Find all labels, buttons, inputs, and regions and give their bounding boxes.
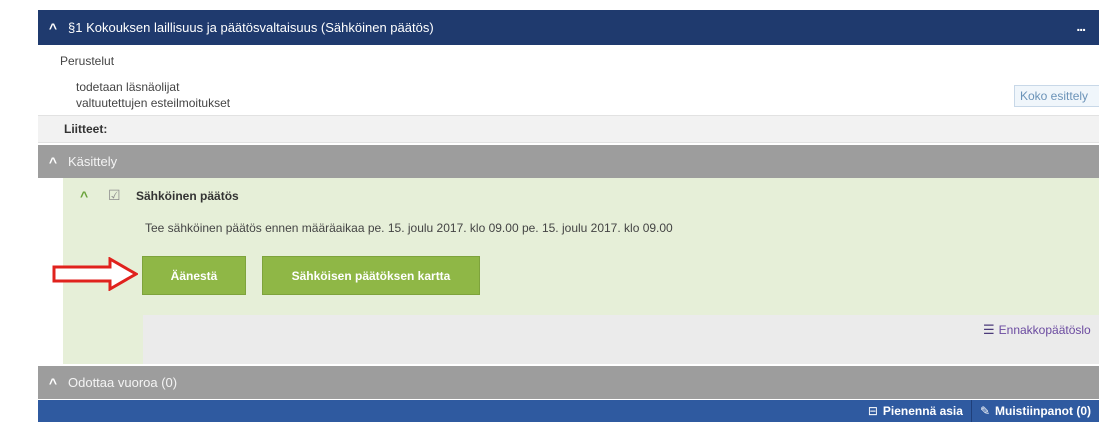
- pienenna-label: Pienennä asia: [882, 404, 963, 418]
- ennakkopaatos-link[interactable]: ☰ Ennakkopäätöslo: [983, 322, 1091, 338]
- muistiinpanot-label: Muistiinpanot (0): [995, 404, 1091, 418]
- item-header-bar[interactable]: ^ §1 Kokouksen laillisuus ja päätösvalta…: [38, 10, 1099, 45]
- red-arrow-icon: [52, 257, 138, 291]
- sahkoinen-paatos-row: ^ ☑ Sähköinen päätös: [80, 187, 239, 204]
- perustelut-item: valtuutettujen esteilmoitukset: [76, 96, 231, 110]
- decision-map-button[interactable]: Sähköisen päätöksen kartta: [262, 256, 480, 295]
- list-icon: ☰: [983, 322, 995, 337]
- chevron-up-icon[interactable]: ^: [38, 375, 68, 391]
- ennakkopaatos-label: Ennakkopäätöslo: [998, 323, 1091, 337]
- odottaa-label: Odottaa vuoroa (0): [68, 375, 178, 390]
- sahkoinen-paatos-label: Sähköinen päätös: [136, 188, 239, 203]
- perustelut-list: todetaan läsnäolijat valtuutettujen este…: [76, 79, 230, 111]
- liitteet-label: Liitteet:: [64, 122, 108, 136]
- item-title: §1 Kokouksen laillisuus ja päätösvaltais…: [68, 20, 434, 35]
- liitteet-bar: Liitteet:: [38, 115, 1099, 143]
- odottaa-section-header[interactable]: ^ Odottaa vuoroa (0): [38, 366, 1099, 399]
- chevron-up-icon[interactable]: ^: [38, 20, 68, 36]
- koko-esittely-button[interactable]: Koko esittely: [1014, 85, 1099, 107]
- more-options-icon[interactable]: ...: [1076, 18, 1086, 34]
- chevron-up-icon[interactable]: ^: [80, 188, 100, 204]
- kasittely-label: Käsittely: [68, 154, 118, 169]
- pienenna-asia-button[interactable]: ⊟ Pienennä asia: [860, 400, 971, 422]
- chevron-up-icon[interactable]: ^: [38, 154, 68, 170]
- footer-toolbar: ⊟ Pienennä asia ✎ Muistiinpanot (0): [38, 400, 1099, 422]
- perustelut-label: Perustelut: [60, 54, 115, 68]
- ennakko-subpanel: [143, 315, 1099, 364]
- deadline-text: Tee sähköinen päätös ennen määräaikaa pe…: [145, 221, 673, 235]
- muistiinpanot-button[interactable]: ✎ Muistiinpanot (0): [972, 400, 1099, 422]
- kasittely-section-header[interactable]: ^ Käsittely: [38, 145, 1099, 178]
- vote-button[interactable]: Äänestä: [142, 256, 246, 295]
- perustelut-item: todetaan läsnäolijat: [76, 80, 180, 94]
- edit-note-icon: ✎: [979, 404, 990, 418]
- minimize-icon: ⊟: [867, 404, 878, 418]
- checkbox-edit-icon: ☑: [108, 187, 121, 203]
